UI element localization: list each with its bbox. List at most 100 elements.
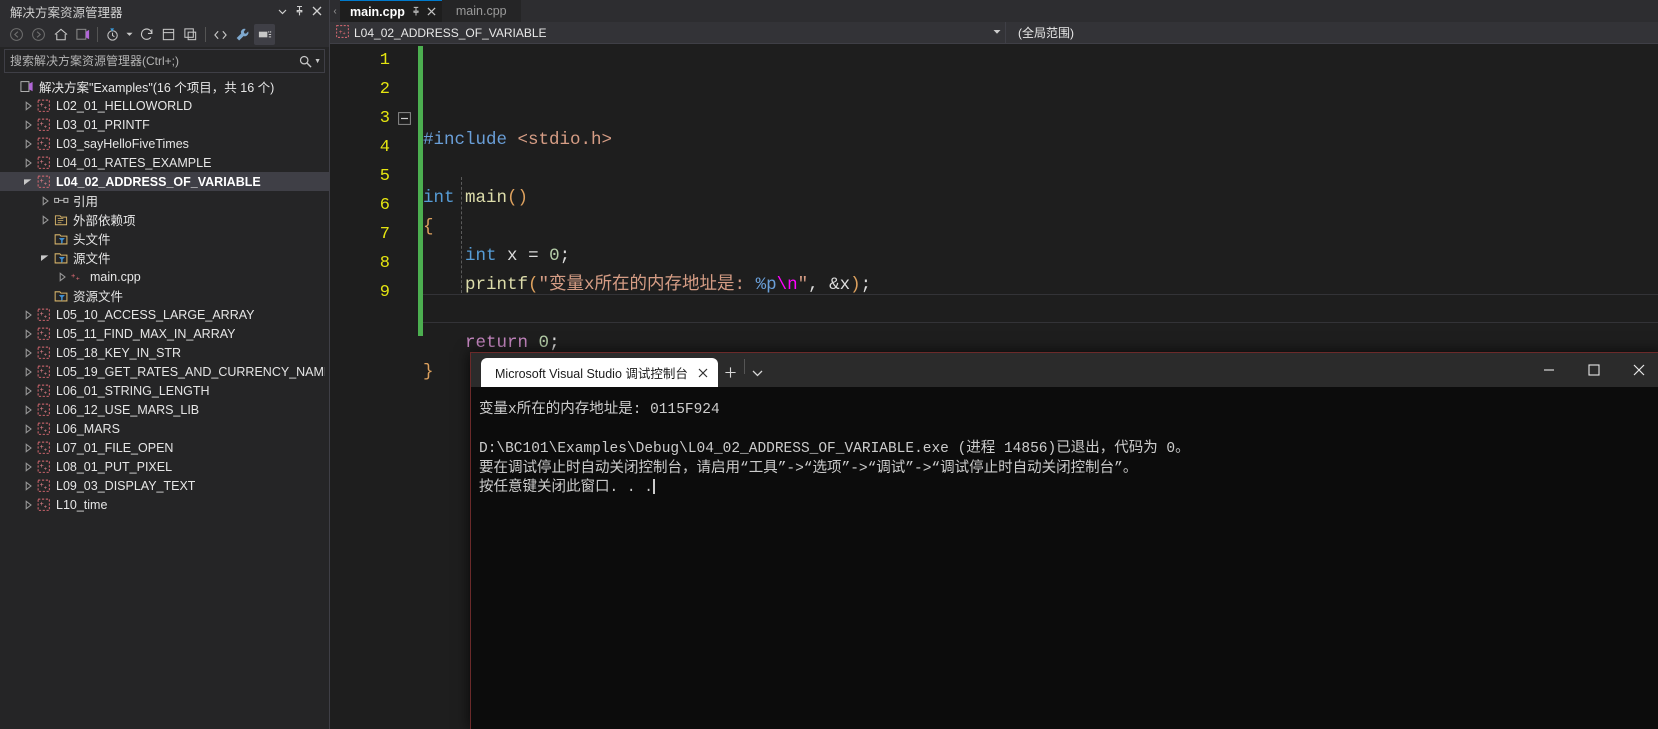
chevron-right-icon[interactable] [21,134,35,153]
tree-item[interactable]: + + L06_01_STRING_LENGTH [0,381,329,400]
chevron-right-icon[interactable] [38,191,52,210]
tree-item[interactable]: + + L02_01_HELLOWORLD [0,96,329,115]
tab-main-cpp[interactable]: main.cpp [340,0,442,22]
tree-item[interactable]: + + L05_10_ACCESS_LARGE_ARRAY [0,305,329,324]
tab-preview-main-cpp[interactable]: main.cpp [441,0,521,22]
tree-item[interactable]: + + main.cpp [0,267,329,286]
panel-close-icon[interactable] [308,2,325,20]
tree-item[interactable]: + + L09_03_DISPLAY_TEXT [0,476,329,495]
code-line[interactable]: int main() [423,184,1658,213]
tree-item[interactable]: + + L06_12_USE_MARS_LIB [0,400,329,419]
tree-item[interactable]: 解决方案"Examples"(16 个项目，共 16 个) [0,77,329,96]
code-view-icon[interactable] [210,24,231,45]
console-titlebar[interactable]: Microsoft Visual Studio 调试控制台 [471,353,1658,387]
chevron-right-icon[interactable] [21,476,35,495]
solution-icon[interactable] [72,24,93,45]
code-line[interactable]: #include <stdio.h> [423,126,1658,155]
console-tab-close-icon[interactable] [694,364,712,382]
cpp-project-icon: + + [35,343,53,362]
chevron-right-icon[interactable] [21,438,35,457]
tree-item[interactable]: 外部依赖项 [0,210,329,229]
search-icon[interactable] [299,55,312,68]
breakpoint-margin[interactable] [330,44,360,729]
svg-text:+: + [44,124,47,130]
tree-item[interactable]: ++L05_19_GET_RATES_AND_CURRENCY_NAME_BY_… [0,362,329,381]
chevron-down-icon[interactable] [38,248,52,267]
console-tab-menu-icon[interactable] [745,358,771,387]
collapse-all-icon[interactable] [158,24,179,45]
tree-item-label: L06_01_STRING_LENGTH [56,383,210,398]
code-token: , [808,275,830,295]
chevron-right-icon[interactable] [21,343,35,362]
console-tab[interactable]: Microsoft Visual Studio 调试控制台 [481,358,718,387]
tree-item[interactable]: 源文件 [0,248,329,267]
code-folding-gutter[interactable] [390,44,418,729]
home-icon[interactable] [50,24,71,45]
tree-item[interactable]: + + L06_MARS [0,419,329,438]
navbar-scope-dropdown[interactable]: (全局范围) [1006,22,1658,43]
panel-dropdown-icon[interactable] [274,2,291,20]
chevron-right-icon[interactable] [21,305,35,324]
search-dropdown-icon[interactable]: ▼ [314,58,321,65]
tree-item[interactable]: 头文件 [0,229,329,248]
tree-item[interactable]: + + L03_01_PRINTF [0,115,329,134]
fold-gutter-cell [390,249,418,278]
console-close-button[interactable] [1616,353,1658,387]
panel-pin-icon[interactable] [291,2,308,20]
chevron-right-icon[interactable] [21,419,35,438]
chevron-right-icon[interactable] [21,324,35,343]
refresh-icon[interactable] [136,24,157,45]
designer-icon[interactable] [254,24,275,45]
chevron-down-icon[interactable] [21,172,35,191]
tree-item[interactable]: + + L05_11_FIND_MAX_IN_ARRAY [0,324,329,343]
properties-icon[interactable] [232,24,253,45]
console-output[interactable]: 变量x所在的内存地址是: 0115F924 D:\BC101\Examples\… [471,387,1658,729]
tree-item[interactable]: + + L10_time [0,495,329,514]
tree-item[interactable]: + + L03_sayHelloFiveTimes [0,134,329,153]
code-line[interactable]: { [423,213,1658,242]
forward-icon[interactable] [28,24,49,45]
cpp-project-icon: + + [35,324,53,343]
search-input[interactable] [10,54,300,68]
chevron-right-icon[interactable] [21,115,35,134]
tab-close-icon[interactable] [427,7,436,16]
code-line[interactable] [423,155,1658,184]
back-icon[interactable] [6,24,27,45]
console-maximize-button[interactable] [1571,353,1616,387]
show-all-files-icon[interactable] [180,24,201,45]
tab-pin-icon[interactable] [411,6,421,17]
chevron-right-icon[interactable] [21,381,35,400]
solution-search-box[interactable]: ▼ [4,49,325,73]
line-number: 5 [379,167,390,186]
tree-item[interactable]: + + L04_01_RATES_EXAMPLE [0,153,329,172]
chevron-right-icon[interactable] [21,400,35,419]
chevron-right-icon[interactable] [21,96,35,115]
code-token: ; [860,275,872,295]
navbar-project-dropdown[interactable]: + + L04_02_ADDRESS_OF_VARIABLE [330,22,1005,43]
chevron-down-icon[interactable] [124,24,135,45]
tree-item-label: 资源文件 [73,290,124,304]
tab-overflow-left-icon[interactable]: ‹ [330,0,340,22]
chevron-right-icon[interactable] [21,495,35,514]
console-minimize-button[interactable] [1526,353,1571,387]
code-token: { [423,217,434,237]
tree-item[interactable]: + + L04_02_ADDRESS_OF_VARIABLE [0,172,329,191]
chevron-right-icon[interactable] [21,362,35,381]
debug-console-window[interactable]: Microsoft Visual Studio 调试控制台 变量x所在的内存地址… [470,352,1658,729]
chevron-down-icon[interactable] [993,28,1001,37]
chevron-right-icon[interactable] [55,267,69,286]
svg-text:+: + [44,409,47,415]
chevron-right-icon[interactable] [21,457,35,476]
tree-item[interactable]: + + L05_18_KEY_IN_STR [0,343,329,362]
chevron-right-icon[interactable] [21,153,35,172]
tree-item[interactable]: 引用 [0,191,329,210]
tree-item[interactable]: 资源文件 [0,286,329,305]
fold-toggle-icon[interactable] [390,104,418,133]
code-line[interactable]: int x = 0; [423,242,1658,271]
chevron-right-icon[interactable] [38,210,52,229]
pending-changes-icon[interactable] [102,24,123,45]
tree-item[interactable]: + + L07_01_FILE_OPEN [0,438,329,457]
tree-item[interactable]: + + L08_01_PUT_PIXEL [0,457,329,476]
console-new-tab-icon[interactable] [718,358,744,387]
cpp-project-icon: + + [35,115,53,134]
